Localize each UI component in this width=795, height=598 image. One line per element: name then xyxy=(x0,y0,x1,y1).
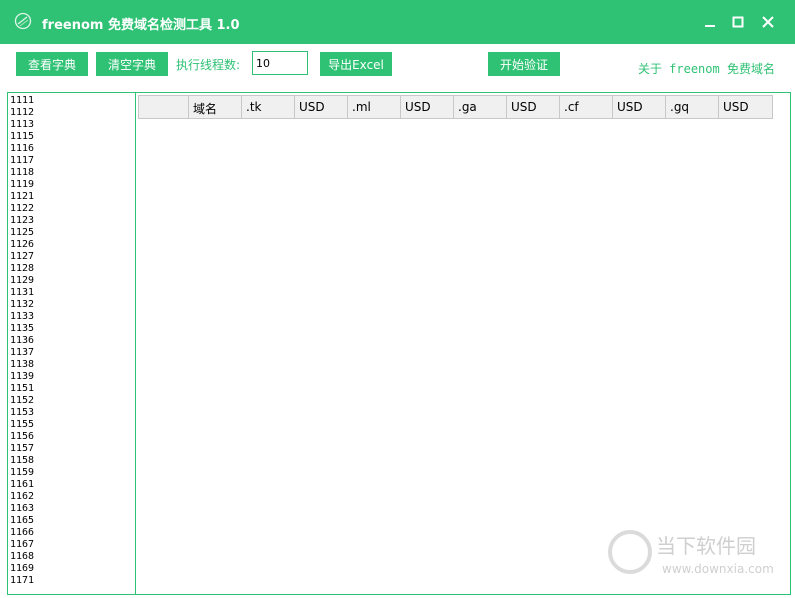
dictionary-line: 1152 xyxy=(10,395,35,406)
dictionary-line: 1119 xyxy=(10,179,35,190)
grid-column-header[interactable]: USD xyxy=(401,96,454,118)
watermark-logo-icon xyxy=(608,530,652,574)
maximize-button[interactable] xyxy=(726,10,750,34)
about-link-prefix: 关于 freenom xyxy=(637,62,720,76)
dictionary-line: 1117 xyxy=(10,155,35,166)
view-dict-button[interactable]: 查看字典 xyxy=(16,52,88,76)
dictionary-line: 1112 xyxy=(10,107,35,118)
dictionary-line: 1111 xyxy=(10,95,35,106)
minimize-icon xyxy=(705,25,715,27)
dictionary-line: 1113 xyxy=(10,119,35,130)
dictionary-line: 1159 xyxy=(10,467,35,478)
close-button[interactable] xyxy=(756,10,780,34)
grid-column-header[interactable]: USD xyxy=(507,96,560,118)
dictionary-line: 1162 xyxy=(10,491,35,502)
dictionary-line: 1129 xyxy=(10,275,35,286)
dictionary-line: 1137 xyxy=(10,347,35,358)
dictionary-line: 1135 xyxy=(10,323,35,334)
dictionary-line: 1165 xyxy=(10,515,35,526)
thread-count-input[interactable] xyxy=(252,51,308,75)
dictionary-line: 1128 xyxy=(10,263,35,274)
dictionary-line: 1163 xyxy=(10,503,35,514)
grid-column-header[interactable]: .cf xyxy=(560,96,613,118)
title-bar: freenom 免费域名检测工具 1.0 xyxy=(0,0,795,44)
grid-column-header[interactable]: 域名 xyxy=(189,96,242,118)
dictionary-line: 1138 xyxy=(10,359,35,370)
dictionary-line: 1168 xyxy=(10,551,35,562)
dictionary-line: 1126 xyxy=(10,239,35,250)
start-verify-button[interactable]: 开始验证 xyxy=(488,52,560,76)
dictionary-line: 1123 xyxy=(10,215,35,226)
dictionary-line: 1121 xyxy=(10,191,35,202)
dictionary-line: 1169 xyxy=(10,563,35,574)
dictionary-line: 1116 xyxy=(10,143,35,154)
close-icon xyxy=(762,16,774,28)
watermark-title: 当下软件园 xyxy=(656,534,756,558)
grid-column-header[interactable]: .gq xyxy=(666,96,719,118)
results-grid[interactable]: 域名 .tk USD .ml USD .ga USD .cf USD .gq USD xyxy=(136,92,791,595)
dictionary-line: 1153 xyxy=(10,407,35,418)
grid-corner-cell xyxy=(139,96,189,118)
export-excel-button[interactable]: 导出Excel xyxy=(320,52,392,76)
grid-column-header[interactable]: USD xyxy=(613,96,666,118)
dictionary-line: 1115 xyxy=(10,131,35,142)
watermark-url: www.downxia.com xyxy=(662,562,774,576)
dictionary-line: 1132 xyxy=(10,299,35,310)
dictionary-line: 1161 xyxy=(10,479,35,490)
about-link[interactable]: 关于 freenom 免费域名 xyxy=(638,60,775,77)
dictionary-line: 1139 xyxy=(10,371,35,382)
dictionary-line: 1118 xyxy=(10,167,35,178)
grid-column-header[interactable]: USD xyxy=(719,96,772,118)
app-logo-icon xyxy=(14,12,32,30)
dictionary-line: 1136 xyxy=(10,335,35,346)
dictionary-line: 1155 xyxy=(10,419,35,430)
about-link-suffix: 免费域名 xyxy=(726,62,775,76)
dictionary-line: 1171 xyxy=(10,575,35,586)
window-title: freenom 免费域名检测工具 1.0 xyxy=(42,18,240,33)
clear-dict-button[interactable]: 清空字典 xyxy=(96,52,168,76)
maximize-icon xyxy=(732,16,744,28)
dictionary-textarea[interactable]: 1111 1112 1113 1115 1116 1117 1118 1119 1121 1122… xyxy=(7,92,136,595)
dictionary-line: 1125 xyxy=(10,227,35,238)
dictionary-line: 1156 xyxy=(10,431,35,442)
dictionary-line: 1133 xyxy=(10,311,35,322)
dictionary-line: 1167 xyxy=(10,539,35,550)
site-watermark: 当下软件园 www.downxia.com xyxy=(608,528,778,580)
grid-column-header[interactable]: .ga xyxy=(454,96,507,118)
grid-column-header[interactable]: USD xyxy=(295,96,348,118)
dictionary-line: 1166 xyxy=(10,527,35,538)
minimize-button[interactable] xyxy=(698,10,722,34)
dictionary-line: 1122 xyxy=(10,203,35,214)
grid-header-row: 域名 .tk USD .ml USD .ga USD .cf USD .gq USD xyxy=(138,95,773,119)
dictionary-line: 1127 xyxy=(10,251,35,262)
dictionary-line: 1151 xyxy=(10,383,35,394)
dictionary-line: 1157 xyxy=(10,443,35,454)
grid-column-header[interactable]: .tk xyxy=(242,96,295,118)
thread-count-label: 执行线程数: xyxy=(176,58,241,72)
dictionary-line: 1158 xyxy=(10,455,35,466)
grid-column-header[interactable]: .ml xyxy=(348,96,401,118)
dictionary-line: 1131 xyxy=(10,287,35,298)
